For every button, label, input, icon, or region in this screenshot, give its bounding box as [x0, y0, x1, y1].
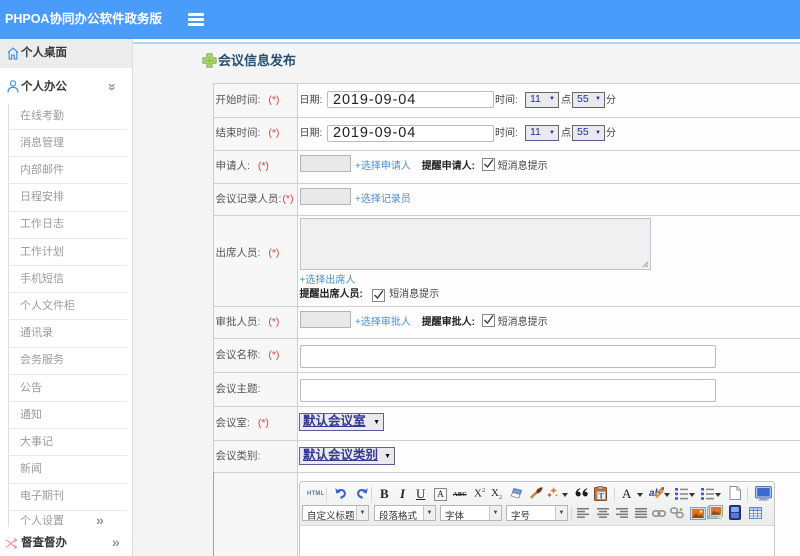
svg-text:T: T — [599, 492, 605, 501]
